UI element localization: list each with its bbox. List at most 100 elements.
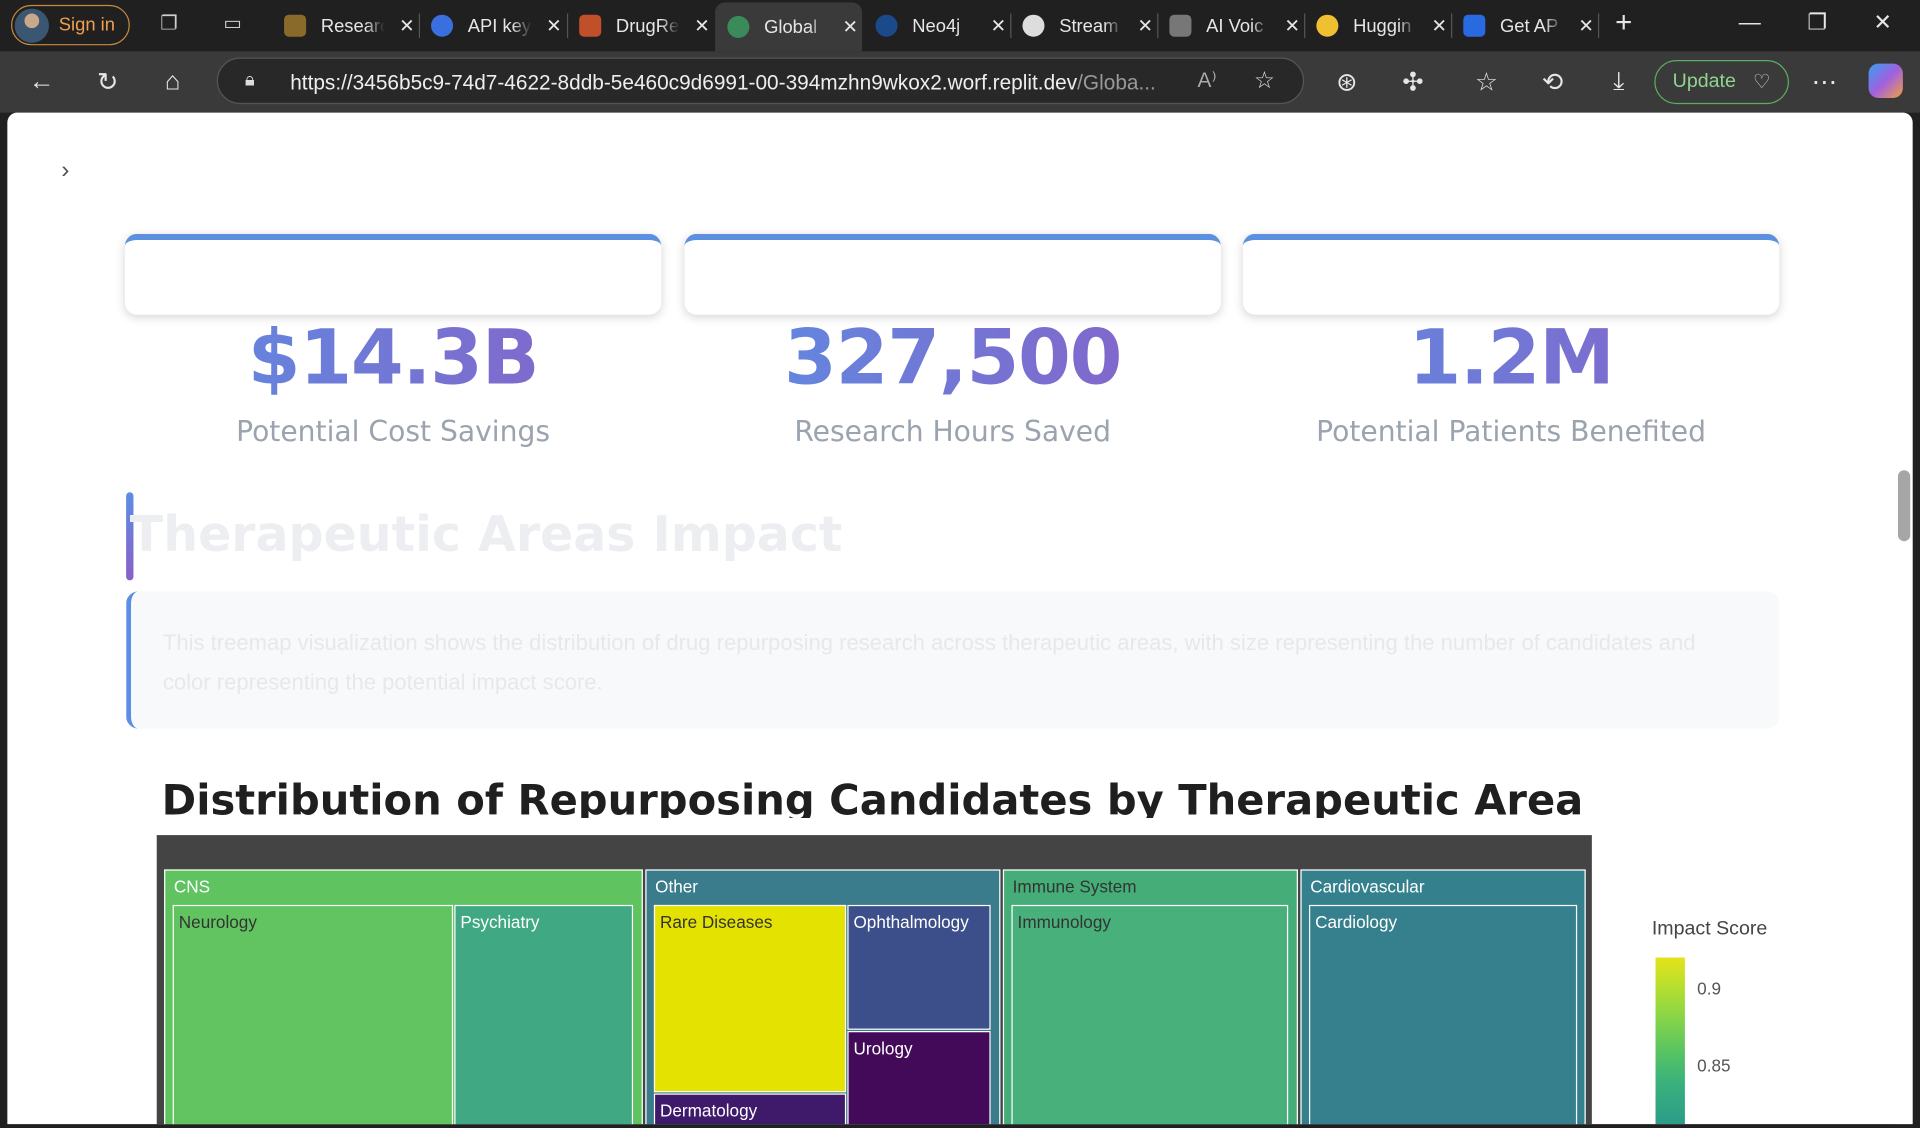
url-main: https://3456b5c9-74d7-4622-8ddb-5e460c9d…	[290, 71, 1078, 95]
tab-title: API keys	[467, 15, 532, 37]
scrolled-section-heading	[157, 176, 573, 200]
tab-global[interactable]: Global ✕	[715, 2, 863, 52]
close-window-icon[interactable]: ✕	[1873, 10, 1891, 36]
close-icon[interactable]: ✕	[1138, 15, 1153, 37]
tab-actions-icon[interactable]: ▭	[220, 12, 244, 36]
globe-favicon-icon	[727, 15, 750, 38]
treemap-tile-psychiatry[interactable]: Psychiatry	[454, 904, 634, 1125]
treemap-label: Psychiatry	[460, 912, 540, 932]
treemap-label: Cardiology	[1315, 912, 1398, 932]
refresh-icon[interactable]: ↻	[92, 67, 124, 98]
tab-title: Research	[320, 15, 385, 37]
metric-label-cost-savings: Potential Cost Savings	[236, 416, 551, 449]
close-icon[interactable]: ✕	[546, 15, 561, 37]
restore-icon[interactable]: ❐	[1807, 10, 1827, 36]
tab-title: Neo4j	[912, 15, 961, 37]
more-options-icon[interactable]: ⋯	[1809, 67, 1841, 98]
neo4j-favicon-icon	[875, 14, 898, 37]
avatar	[14, 7, 49, 43]
browser-tab-bar: Sign in ❐ ▭ Research ✕ API keys ✕ DrugRe…	[0, 0, 1920, 52]
close-icon[interactable]: ✕	[1578, 15, 1593, 37]
treemap-label: Neurology	[178, 912, 257, 932]
treemap-tile-dermatology[interactable]: Dermatology	[653, 1093, 847, 1125]
tab-get-api[interactable]: Get AP ✕	[1451, 0, 1595, 51]
workspaces-icon[interactable]: ❐	[157, 12, 181, 36]
sidebar-expand-chevron-icon[interactable]: ›	[61, 157, 69, 185]
metric-value-cost-savings: $14.3B	[125, 312, 661, 401]
tab-api-keys[interactable]: API keys ✕	[419, 0, 563, 51]
tab-title: Stream	[1059, 15, 1119, 37]
metric-label-research-hours: Research Hours Saved	[794, 416, 1111, 449]
home-icon[interactable]: ⌂	[157, 67, 189, 96]
tab-title: Global	[764, 16, 818, 38]
tab-ai-voice[interactable]: AI Voic ✕	[1157, 0, 1301, 51]
new-tab-icon[interactable]: +	[1615, 6, 1632, 40]
chart-title: Distribution of Repurposing Candidates b…	[161, 776, 1584, 818]
favorites-icon[interactable]: ☆	[1471, 67, 1503, 98]
treemap-label: Other	[655, 876, 698, 897]
tab-title: DrugRe	[615, 15, 680, 37]
tab-research[interactable]: Research ✕	[272, 0, 416, 51]
copilot-icon[interactable]	[1868, 63, 1903, 98]
metric-card	[684, 233, 1221, 315]
url-text[interactable]: https://3456b5c9-74d7-4622-8ddb-5e460c9d…	[290, 71, 1167, 95]
treemap-label: CNS	[173, 876, 211, 897]
tab-title: Huggin	[1353, 15, 1412, 37]
extensions-icon[interactable]: ✣	[1397, 67, 1429, 98]
sign-in-button[interactable]: Sign in	[11, 4, 130, 46]
huggingface-favicon-icon	[284, 14, 307, 37]
treemap-tile-neurology[interactable]: Neurology	[172, 904, 454, 1125]
treemap-tile-cardiology[interactable]: Cardiology	[1308, 904, 1578, 1125]
treemap-chart[interactable]: CNS Neurology Psychiatry Other Rare Dise…	[156, 835, 1592, 1125]
treemap-label: Cardiovascular	[1310, 876, 1425, 897]
tab-huggingface[interactable]: Huggin ✕	[1304, 0, 1448, 51]
treemap-label: Immune System	[1012, 876, 1137, 897]
heartbeat-icon: ♡	[1752, 72, 1771, 94]
back-icon[interactable]: ←	[26, 67, 58, 96]
history-icon[interactable]: ⟲	[1537, 67, 1569, 98]
tab-drugre[interactable]: DrugRe ✕	[567, 0, 711, 51]
openai-favicon-icon	[431, 14, 454, 37]
colorbar-title: Impact Score	[1651, 918, 1768, 940]
metric-value-research-hours: 327,500	[684, 312, 1220, 401]
address-bar[interactable]: 🔒︎ https://3456b5c9-74d7-4622-8ddb-5e460…	[216, 57, 1305, 105]
metric-card	[124, 233, 662, 315]
close-icon[interactable]: ✕	[991, 15, 1006, 37]
colorbar-tick-label: 0.85	[1697, 1055, 1731, 1076]
treemap-tile-urology[interactable]: Urology	[847, 1031, 991, 1125]
huggingface-favicon-icon	[1316, 14, 1339, 37]
replit-favicon-icon	[579, 14, 602, 37]
close-icon[interactable]: ✕	[842, 16, 857, 38]
close-icon[interactable]: ✕	[1285, 15, 1300, 37]
downloads-icon[interactable]: ⤓	[1603, 67, 1635, 96]
page-scrollbar[interactable]	[1895, 200, 1913, 1125]
metric-label-patients: Potential Patients Benefited	[1316, 416, 1706, 449]
treemap-label: Dermatology	[660, 1100, 758, 1121]
treemap-tile-rare-diseases[interactable]: Rare Diseases	[653, 904, 847, 1093]
minimize-icon[interactable]: —	[1739, 10, 1761, 36]
page-content: › $14.3B 327,500 1.2M Potential Cost Sav…	[7, 112, 1913, 1125]
treemap-label: Immunology	[1017, 912, 1111, 932]
tab-title: Get AP	[1500, 15, 1559, 37]
close-icon[interactable]: ✕	[1431, 15, 1446, 37]
close-icon[interactable]: ✕	[694, 15, 709, 37]
tab-neo4j[interactable]: Neo4j ✕	[863, 0, 1007, 51]
metric-value-patients: 1.2M	[1243, 312, 1779, 401]
chatgpt-favicon-icon	[1022, 14, 1045, 37]
treemap-label: Ophthalmology	[853, 912, 969, 932]
treemap-tile-immunology[interactable]: Immunology	[1011, 904, 1289, 1125]
info-box: This treemap visualization shows the dis…	[126, 591, 1780, 729]
favorite-star-icon[interactable]: ☆	[1254, 67, 1275, 95]
sign-in-label: Sign in	[58, 14, 115, 36]
tab-stream[interactable]: Stream ✕	[1010, 0, 1154, 51]
lock-icon[interactable]: 🔒︎	[245, 70, 265, 92]
scrollbar-thumb[interactable]	[1897, 470, 1911, 542]
update-label: Update	[1672, 71, 1736, 92]
read-aloud-icon[interactable]: A⁾	[1198, 69, 1217, 93]
update-button[interactable]: Update ♡	[1654, 60, 1789, 105]
close-icon[interactable]: ✕	[399, 15, 414, 37]
colorbar	[1655, 957, 1685, 1125]
treemap-tile-ophthalmology[interactable]: Ophthalmology	[847, 904, 991, 1030]
chatgpt-extension-icon[interactable]: ⊛	[1331, 67, 1363, 98]
butterfly-favicon-icon	[1463, 14, 1486, 37]
